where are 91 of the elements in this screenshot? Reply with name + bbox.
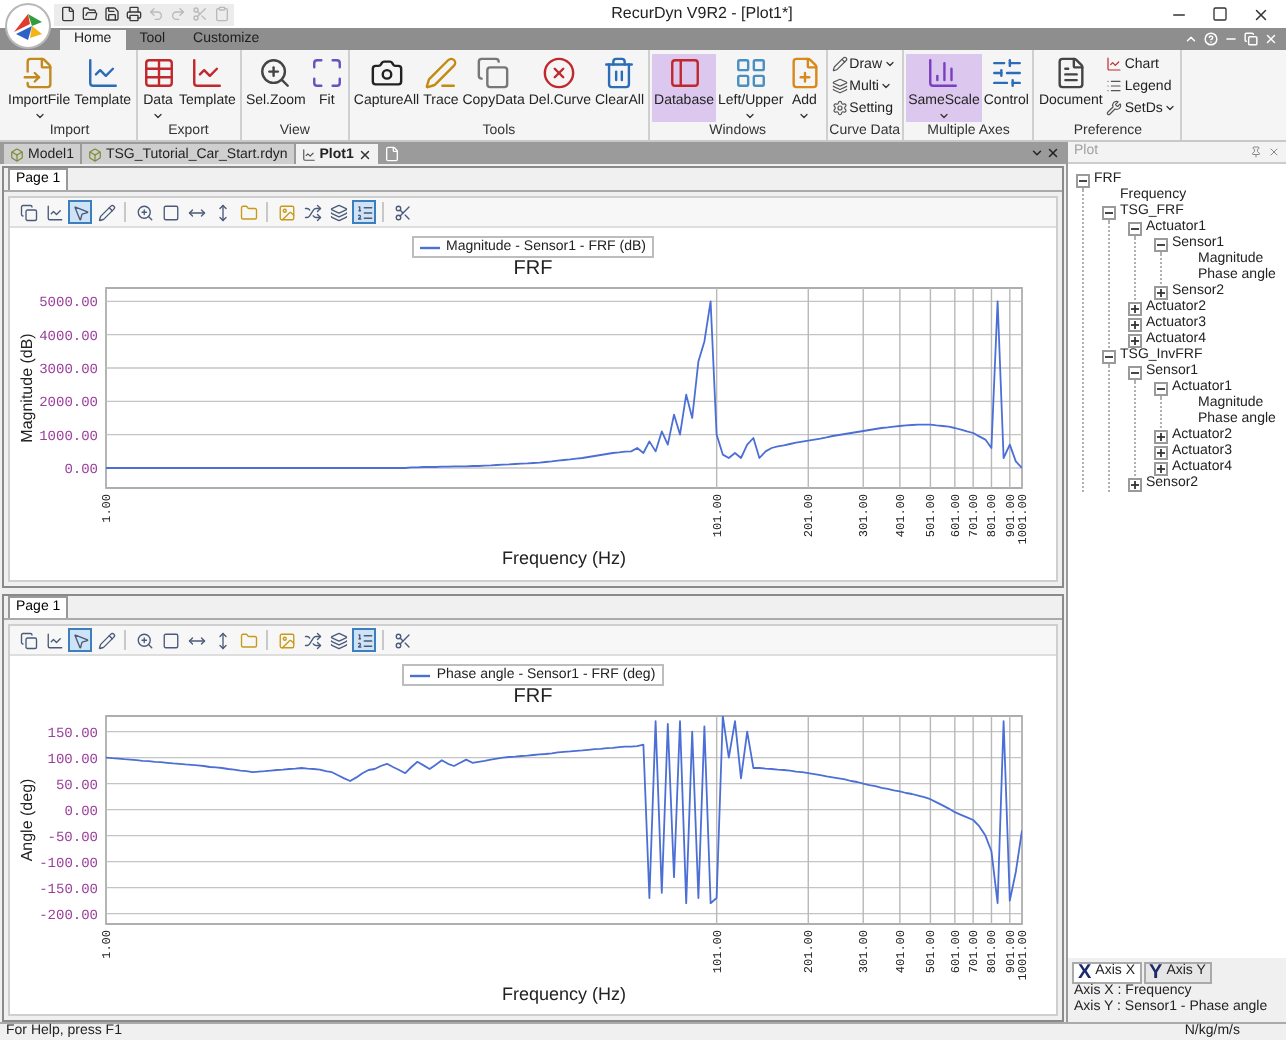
expand-toggle[interactable] <box>1128 333 1142 347</box>
grid-icon <box>733 56 768 90</box>
collapse-ribbon-icon[interactable] <box>1184 32 1198 46</box>
shuffle-icon[interactable] <box>300 628 324 652</box>
caret-icon <box>1164 102 1177 114</box>
pencil-icon[interactable] <box>94 628 118 652</box>
panel-icon <box>667 56 701 90</box>
cube-icon <box>10 147 24 161</box>
line-chart-icon[interactable] <box>42 200 66 224</box>
expand-toggle[interactable] <box>1154 285 1168 299</box>
minimize-icon[interactable] <box>1224 32 1238 46</box>
expand-toggle[interactable] <box>1128 317 1142 331</box>
collapse-toggle[interactable] <box>1128 221 1142 235</box>
caret-icon <box>798 110 811 122</box>
scissors-icon[interactable] <box>390 628 414 652</box>
printer-icon[interactable] <box>124 5 142 23</box>
layers-icon[interactable] <box>326 200 350 224</box>
copy-icon <box>476 56 511 90</box>
zoom-icon <box>258 56 293 90</box>
pointer-icon[interactable] <box>68 200 92 224</box>
trash-icon <box>602 56 637 90</box>
caret-icon <box>152 110 165 122</box>
caret-icon <box>33 110 46 122</box>
settings-icon <box>831 100 848 116</box>
maximize-icon <box>309 56 344 90</box>
line-chart-icon <box>85 56 120 90</box>
x-axis-title: Frequency (Hz) <box>502 548 626 568</box>
collapse-toggle[interactable] <box>1154 381 1168 395</box>
expand-toggle[interactable] <box>1128 301 1142 315</box>
numbered-list-icon[interactable] <box>352 200 376 224</box>
close-icon[interactable] <box>357 147 372 161</box>
expand-toggle[interactable] <box>1154 429 1168 443</box>
shuffle-icon[interactable] <box>300 200 324 224</box>
expand-toggle[interactable] <box>1154 445 1168 459</box>
numbered-list-icon[interactable] <box>352 628 376 652</box>
expand-toggle[interactable] <box>1154 461 1168 475</box>
file-import-icon <box>22 56 57 90</box>
layers-icon[interactable] <box>326 628 350 652</box>
caret-icon <box>744 110 757 122</box>
line-chart-icon[interactable] <box>42 628 66 652</box>
legend-swatch <box>420 243 440 251</box>
square-icon[interactable] <box>158 628 182 652</box>
new-file-icon[interactable] <box>58 5 76 23</box>
camera-icon <box>369 56 404 90</box>
copy-icon[interactable] <box>16 200 40 224</box>
new-tab-icon[interactable] <box>383 146 400 162</box>
y-axis-title: Angle (deg) <box>18 778 36 862</box>
save-icon[interactable] <box>102 5 120 23</box>
pointer-icon[interactable] <box>68 628 92 652</box>
chart-title: FRF <box>513 258 553 282</box>
maximize-icon[interactable] <box>1212 6 1228 22</box>
restore-icon[interactable] <box>1244 32 1258 46</box>
zoom-icon[interactable] <box>132 200 156 224</box>
tab-list-icon[interactable] <box>1030 146 1044 160</box>
pencil-icon <box>831 56 848 72</box>
close-icon[interactable] <box>1252 5 1270 23</box>
legend-swatch <box>410 671 431 679</box>
collapse-toggle[interactable] <box>1102 349 1116 363</box>
window-title: RecurDyn V9R2 - [Plot1*] <box>611 2 793 26</box>
document-icon <box>1053 56 1088 90</box>
list-icon <box>1106 78 1123 94</box>
x-axis-title: Frequency (Hz) <box>502 984 626 1004</box>
delete-icon <box>542 56 577 90</box>
expand-toggle[interactable] <box>1128 477 1142 491</box>
copy-icon[interactable] <box>16 628 40 652</box>
zoom-icon[interactable] <box>132 628 156 652</box>
file-plus-icon <box>787 56 822 90</box>
wrench-icon <box>1106 100 1123 116</box>
square-icon[interactable] <box>158 200 182 224</box>
chart-title: FRF <box>513 686 553 710</box>
collapse-toggle[interactable] <box>1128 365 1142 379</box>
line-chart-icon <box>190 56 225 90</box>
close-icon[interactable] <box>1046 146 1060 160</box>
scissors-icon[interactable] <box>390 200 414 224</box>
sliders-icon <box>989 56 1024 90</box>
pin-icon[interactable] <box>1250 146 1262 158</box>
collapse-toggle[interactable] <box>1154 237 1168 251</box>
layers-icon <box>831 78 848 94</box>
open-folder-icon[interactable] <box>80 5 98 23</box>
line-chart-icon <box>1106 56 1123 72</box>
help-icon[interactable] <box>1204 32 1218 46</box>
bar-chart-icon <box>926 56 961 90</box>
y-axis-title: Magnitude (dB) <box>18 333 36 443</box>
line-chart-icon <box>301 147 316 161</box>
cube-icon <box>87 147 102 161</box>
pen-icon <box>423 56 458 90</box>
collapse-toggle[interactable] <box>1102 205 1116 219</box>
table-icon <box>141 56 176 90</box>
caret-icon <box>937 110 950 122</box>
pencil-icon[interactable] <box>94 200 118 224</box>
collapse-toggle[interactable] <box>1076 173 1090 187</box>
